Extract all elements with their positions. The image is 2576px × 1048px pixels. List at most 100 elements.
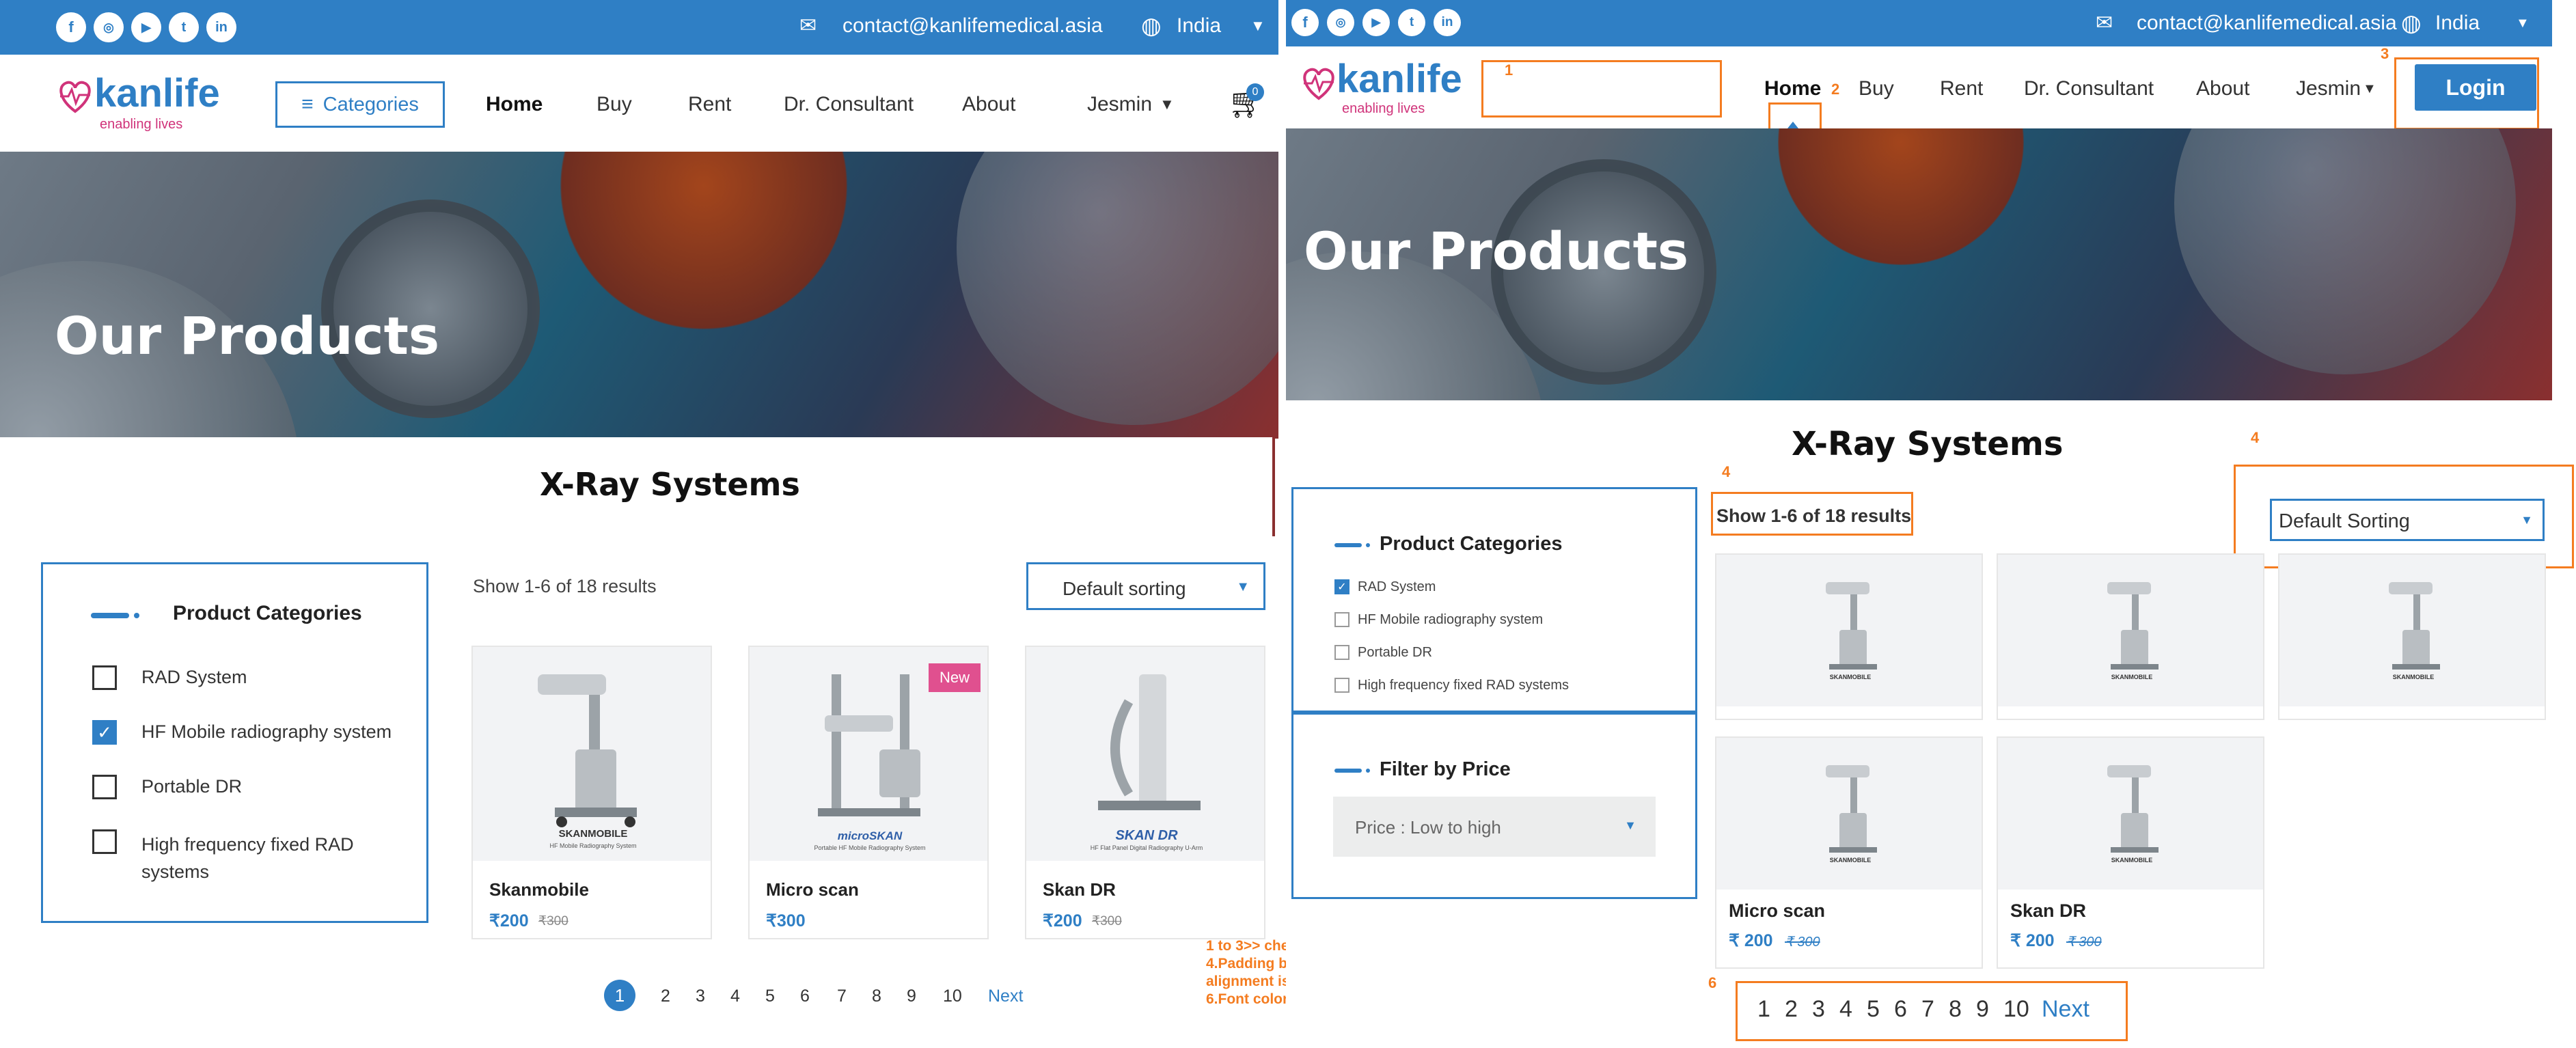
page-5[interactable]: 5 [765,987,775,1006]
chevron-down-icon[interactable]: ▼ [1160,91,1175,118]
youtube-icon[interactable]: ▶ [1362,9,1390,36]
checkbox-portable-dr[interactable] [1334,645,1349,660]
hamburger-icon: ≡ [301,93,314,115]
product-card[interactable]: SKANMOBILE Skan DR ₹ 200 ₹ 300 [1997,736,2264,969]
page-6[interactable]: 6 [800,987,810,1006]
page-2[interactable]: 2 [1785,996,1798,1023]
country-select[interactable]: India [1177,12,1221,40]
instagram-icon[interactable]: ◎ [1327,9,1354,36]
twitter-icon[interactable]: t [169,12,199,42]
page-8[interactable]: 8 [1949,996,1962,1023]
title-accent-dot [1366,543,1370,547]
instagram-icon[interactable]: ◎ [94,12,124,42]
categories-button[interactable]: ≡ Categories [275,81,445,128]
contact-email[interactable]: contact@kanlifemedical.asia [842,12,1103,40]
page-4[interactable]: 4 [1839,996,1852,1023]
login-button[interactable]: Login [2415,64,2536,111]
page-2[interactable]: 2 [661,987,670,1006]
twitter-icon[interactable]: t [1398,9,1425,36]
product-image: SKANMOBILE [1998,555,2263,706]
page-3[interactable]: 3 [696,987,705,1006]
checkbox-hf-fixed-rad[interactable] [92,829,117,854]
logo[interactable]: kanlife enabling lives [1298,57,1476,122]
page-1[interactable]: 1 [604,980,635,1011]
page-9[interactable]: 9 [1976,996,1989,1023]
page-8[interactable]: 8 [872,987,881,1006]
sorting-dropdown[interactable]: Default Sorting ▼ [2270,499,2545,541]
label-rad-system: RAD System [141,667,247,687]
next-page-link[interactable]: Next [988,987,1023,1006]
checkbox-portable-dr[interactable] [92,775,117,799]
country-select[interactable]: India [2435,10,2480,37]
categories-label: Categories [323,93,419,115]
product-card[interactable]: SKANMOBILE [2278,553,2546,720]
nav-rent[interactable]: Rent [1940,75,1983,102]
nav-dr-consultant[interactable]: Dr. Consultant [2024,75,2154,102]
price-sort-dropdown[interactable]: Price : Low to high ▼ [1333,797,1656,857]
caret-down-icon: ▼ [1624,818,1636,832]
facebook-icon[interactable]: f [56,12,86,42]
product-caption: SKANMOBILE [559,828,628,840]
page-1[interactable]: 1 [1757,996,1770,1023]
page-5[interactable]: 5 [1867,996,1880,1023]
nav-user-menu[interactable]: Jesmin [2296,75,2361,102]
product-card[interactable]: SKANMOBILE HF Mobile Radiography System … [471,646,712,939]
product-card[interactable]: SKANMOBILE [1715,553,1983,720]
product-price: ₹ 200 [2010,931,2055,950]
product-subcaption: HF Mobile Radiography System [549,842,636,849]
nav-home[interactable]: Home [1764,75,1821,102]
title-accent [1334,769,1362,773]
nav-rent[interactable]: Rent [688,91,731,118]
product-card[interactable]: SKANMOBILE Micro scan ₹ 200 ₹ 300 [1715,736,1983,969]
product-price: ₹300 [766,911,806,930]
product-name[interactable]: Micro scan [766,879,859,900]
page-4[interactable]: 4 [730,987,740,1006]
sidebar-title: Product Categories [1380,533,1563,555]
nav-home[interactable]: Home [486,91,543,118]
nav-about[interactable]: About [2196,75,2249,102]
product-card[interactable]: microSKAN Portable HF Mobile Radiography… [748,646,989,939]
youtube-icon[interactable]: ▶ [131,12,161,42]
page-10[interactable]: 10 [2003,996,2029,1023]
logo-text: kanlife [1337,57,1462,101]
product-name[interactable]: Micro scan [1729,900,1825,922]
checkbox-hf-fixed-rad[interactable] [1334,678,1349,693]
product-caption: SKANMOBILE [2393,674,2435,680]
linkedin-icon[interactable]: in [206,12,236,42]
checkbox-rad-system[interactable] [92,665,117,690]
product-name[interactable]: Skanmobile [489,879,589,900]
product-card[interactable]: SKANMOBILE [1997,553,2264,720]
checkbox-rad-system[interactable]: ✓ [1334,579,1349,594]
product-name[interactable]: Skan DR [2010,900,2086,922]
chevron-down-icon[interactable]: ▼ [2516,10,2530,37]
contact-email[interactable]: contact@kanlifemedical.asia [2137,10,2397,37]
linkedin-icon[interactable]: in [1434,9,1461,36]
page-10[interactable]: 10 [943,987,962,1006]
product-name[interactable]: Skan DR [1043,879,1116,900]
checkbox-hf-mobile[interactable]: ✓ [92,720,117,745]
nav-about[interactable]: About [962,91,1015,118]
label-portable-dr: Portable DR [141,776,243,797]
sorting-dropdown[interactable]: Default sorting ▼ [1026,562,1265,610]
page-9[interactable]: 9 [907,987,916,1006]
checkbox-hf-mobile[interactable] [1334,612,1349,627]
facebook-icon[interactable]: f [1291,9,1319,36]
nav-user-menu[interactable]: Jesmin [1087,91,1152,118]
section-title: X-Ray Systems [540,466,800,503]
annotation-number-1: 1 [1505,61,1513,79]
chevron-down-icon[interactable]: ▼ [1250,12,1265,40]
next-page-link[interactable]: Next [2042,996,2089,1023]
nav-dr-consultant[interactable]: Dr. Consultant [784,91,914,118]
caret-down-icon[interactable]: ▼ [2363,75,2376,102]
nav-buy[interactable]: Buy [597,91,632,118]
product-card[interactable]: SKAN DR HF Flat Panel Digital Radiograph… [1025,646,1265,939]
product-image: SKANMOBILE HF Mobile Radiography System [473,647,711,861]
nav-buy[interactable]: Buy [1859,75,1894,102]
page-6[interactable]: 6 [1894,996,1907,1023]
page-3[interactable]: 3 [1812,996,1825,1023]
product-image: SKAN DR HF Flat Panel Digital Radiograph… [1026,647,1264,861]
logo[interactable]: kanlife enabling lives [55,70,232,132]
page-7[interactable]: 7 [1921,996,1934,1023]
product-old-price: ₹ 300 [1785,935,1820,950]
page-7[interactable]: 7 [837,987,847,1006]
